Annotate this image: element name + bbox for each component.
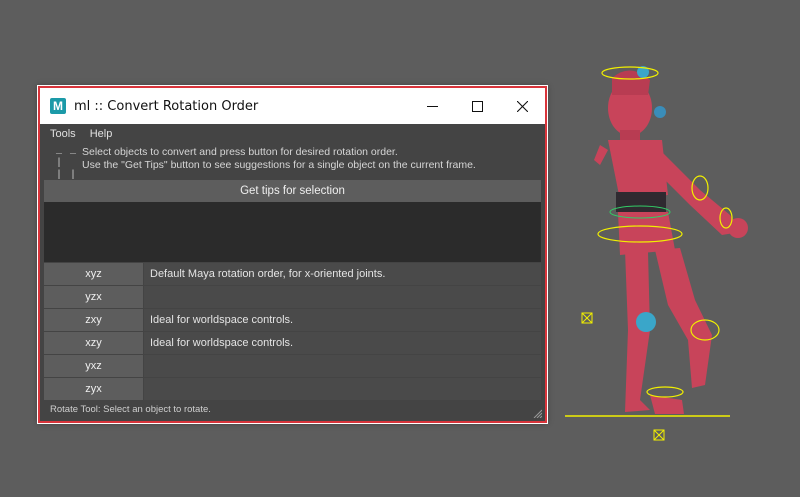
window-title: ml :: Convert Rotation Order [74, 98, 259, 114]
order-button-zyx[interactable]: zyx [44, 378, 143, 400]
rotation-order-row: zyx [44, 378, 541, 401]
tips-output-area [44, 202, 541, 262]
order-desc-zyx [144, 378, 541, 400]
order-button-xzy[interactable]: xzy [44, 332, 143, 354]
close-button[interactable] [500, 88, 545, 124]
instruction-line-2: Use the "Get Tips" button to see suggest… [82, 159, 476, 171]
menu-tools[interactable]: Tools [50, 128, 76, 140]
order-desc-xzy: Ideal for worldspace controls. [144, 332, 541, 354]
order-desc-yxz [144, 355, 541, 377]
rotation-order-row: xzy Ideal for worldspace controls. [44, 332, 541, 355]
rotation-order-row: yzx [44, 286, 541, 309]
rotation-order-row: xyz Default Maya rotation order, for x-o… [44, 263, 541, 286]
order-button-xyz[interactable]: xyz [44, 263, 143, 285]
order-desc-yzx [144, 286, 541, 308]
order-desc-zxy: Ideal for worldspace controls. [144, 309, 541, 331]
order-desc-xyz: Default Maya rotation order, for x-orien… [144, 263, 541, 285]
get-tips-button[interactable]: Get tips for selection [44, 180, 541, 202]
maximize-button[interactable] [455, 88, 500, 124]
rotation-order-row: yxz [44, 355, 541, 378]
rotation-order-list: xyz Default Maya rotation order, for x-o… [44, 263, 541, 401]
minimize-icon [427, 105, 438, 107]
order-button-yxz[interactable]: yxz [44, 355, 143, 377]
status-bar: Rotate Tool: Select an object to rotate. [50, 404, 211, 415]
order-button-yzx[interactable]: yzx [44, 286, 143, 308]
menu-bar: Tools Help [40, 124, 545, 144]
character-model[interactable] [565, 66, 748, 441]
menu-help[interactable]: Help [90, 128, 113, 140]
maximize-icon [472, 100, 483, 112]
order-button-zxy[interactable]: zxy [44, 309, 143, 331]
convert-rotation-order-window: M ml :: Convert Rotation Order Tools Hel… [37, 85, 548, 424]
rotation-order-row: zxy Ideal for worldspace controls. [44, 309, 541, 332]
minimize-button[interactable] [410, 88, 455, 124]
window-controls [410, 88, 545, 124]
resize-grip-icon[interactable] [532, 408, 542, 418]
instruction-line-1: Select objects to convert and press butt… [82, 146, 398, 158]
title-bar[interactable]: M ml :: Convert Rotation Order [40, 88, 545, 124]
close-icon [517, 100, 528, 112]
maya-app-icon: M [50, 98, 66, 114]
